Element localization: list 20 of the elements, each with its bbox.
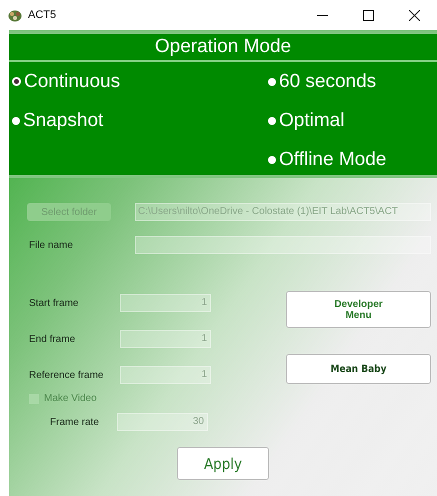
file-name-field[interactable] [135, 236, 431, 254]
checkbox-label: Make Video [44, 393, 97, 405]
field-label: File name [29, 240, 74, 250]
radio-option[interactable]: Offline Mode [268, 140, 386, 179]
field-label: Frame rate [50, 416, 100, 428]
radio-option[interactable]: 60 seconds [268, 62, 386, 101]
radio-option[interactable]: Optimal [268, 101, 386, 140]
field-label: Start frame [29, 298, 80, 308]
app-icon [8, 8, 22, 22]
close-icon[interactable] [408, 10, 420, 20]
developer-menu-button[interactable]: Developer Menu [286, 291, 431, 328]
field-label: End frame [29, 334, 76, 344]
mean-baby-button[interactable]: Mean Baby [286, 354, 431, 384]
window-title: ACT5 [28, 9, 56, 21]
apply-button[interactable]: Apply [177, 447, 269, 480]
radio-option[interactable]: Snapshot [12, 101, 268, 140]
panel-title: Operation Mode [9, 34, 437, 62]
field-label: Reference frame [29, 370, 104, 380]
radio-option[interactable]: Continuous [12, 62, 268, 101]
maximize-icon[interactable] [362, 10, 374, 20]
